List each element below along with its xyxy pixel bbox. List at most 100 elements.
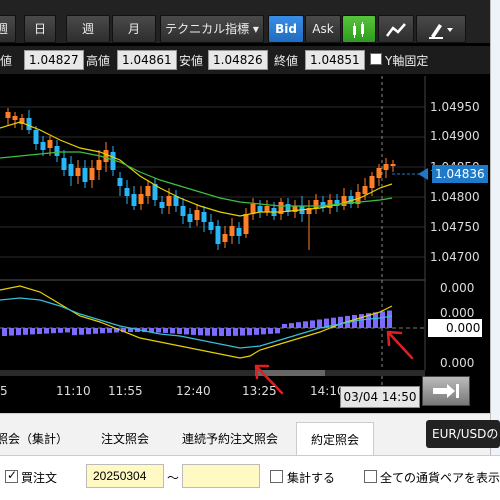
tab-summary[interactable]: 照会（集計）: [0, 422, 70, 456]
time-tick-4: 12:40: [176, 384, 211, 398]
ma-slow-line: [0, 151, 393, 207]
macd-bar: [58, 328, 63, 333]
all-pairs-checkbox[interactable]: [364, 470, 377, 483]
candle-body: [26, 118, 32, 130]
time-scroll-strip: [0, 370, 425, 376]
macd-bar: [65, 328, 70, 333]
date-range-tilde: 〜: [167, 471, 180, 485]
candle-body: [159, 202, 165, 208]
candle-body: [362, 186, 368, 194]
indicator-tick-1: 0.000: [440, 281, 475, 295]
macd-bar: [100, 328, 105, 334]
macd-bar: [233, 328, 238, 336]
chart-window: 週 日 週 月 テクニカル指標 ▾ Bid Ask 値 1.04827 高値 1…: [0, 0, 490, 413]
macd-bar: [282, 324, 287, 328]
macd-bar: [380, 311, 385, 328]
macd-bar: [359, 314, 364, 328]
tab-execution-inquiry[interactable]: 約定照会: [296, 422, 374, 456]
macd-bar: [170, 328, 175, 334]
macd-bar: [44, 328, 49, 334]
candle-body: [194, 210, 200, 220]
macd-bar: [184, 328, 189, 335]
candle-body: [341, 196, 347, 206]
time-tick-2: 11:10: [56, 384, 91, 398]
price-tick-6: 1.04700: [430, 250, 480, 264]
price-tick-5: 1.04750: [430, 220, 480, 234]
date-to-input[interactable]: [182, 464, 260, 488]
candle-body: [208, 222, 214, 230]
aggregate-checkbox[interactable]: [270, 470, 283, 483]
jump-end-icon: [433, 384, 459, 398]
macd-bar: [79, 328, 84, 335]
candle-body: [12, 116, 18, 120]
candle-body: [138, 194, 144, 204]
aggregate-label: 集計する: [287, 471, 336, 485]
candle-body: [124, 188, 130, 196]
macd-bar: [107, 328, 112, 333]
macd-bar: [30, 328, 35, 335]
candle-body: [215, 226, 221, 244]
pair-button[interactable]: EUR/USDの: [426, 420, 500, 448]
price-tick-1: 1.04950: [430, 100, 480, 114]
indicator-current-badge: 0.000: [428, 319, 482, 337]
buy-order-checkbox[interactable]: [5, 468, 18, 483]
macd-bar: [296, 322, 301, 328]
candle-body: [229, 226, 235, 236]
macd-bar: [51, 328, 56, 334]
tab-order-inquiry[interactable]: 注文照会: [88, 422, 162, 456]
macd-bar: [156, 328, 161, 333]
macd-bar: [177, 328, 182, 334]
macd-bar: [310, 320, 315, 328]
time-tick-5: 13:25: [242, 384, 277, 398]
indicator-tick-3: 0.000: [440, 356, 475, 370]
time-tick-1: 5: [0, 384, 8, 398]
candle-body: [75, 168, 81, 176]
price-tick-4: 1.04800: [430, 190, 480, 204]
annotation-arrow-2: [386, 330, 414, 360]
current-price-badge: 1.04836: [432, 165, 488, 183]
macd-bar: [373, 312, 378, 328]
candle-body: [369, 176, 375, 188]
filter-bar: 買注文 〜 集計する 全ての通貨ペアを表示: [0, 455, 500, 500]
candle-body: [201, 212, 207, 222]
candle-body: [187, 214, 193, 222]
jump-to-latest-button[interactable]: [422, 376, 470, 406]
macd-bar: [198, 328, 203, 336]
date-from-input[interactable]: [86, 464, 164, 488]
candle-body: [264, 206, 270, 212]
macd-bar: [338, 316, 343, 328]
candle-body: [103, 150, 109, 162]
candle-body: [166, 196, 172, 206]
candle-body: [145, 186, 151, 196]
macd-bar: [205, 328, 210, 336]
candle-body: [222, 234, 228, 242]
macd-bar: [275, 328, 280, 334]
macd-bar: [254, 328, 259, 335]
candle-body: [61, 158, 67, 170]
candle-body: [383, 164, 389, 170]
price-chart[interactable]: [0, 0, 490, 413]
candle-body: [54, 146, 60, 156]
candle-body: [40, 142, 46, 150]
macd-bar: [212, 328, 217, 336]
candle-body: [131, 194, 137, 206]
macd-bar: [240, 328, 245, 336]
all-pairs-label: 全ての通貨ペアを表示: [380, 471, 500, 485]
candle-body: [257, 206, 263, 212]
order-tabs: 照会（集計） 注文照会 連続予約注文照会 約定照会: [0, 413, 490, 456]
tab-continuous-order[interactable]: 連続予約注文照会: [172, 422, 288, 456]
macd-bar: [163, 328, 168, 333]
candle-body: [313, 200, 319, 208]
candle-body: [82, 168, 88, 182]
macd-bar: [261, 328, 266, 335]
macd-bar: [247, 328, 252, 336]
trading-app: 週 日 週 月 テクニカル指標 ▾ Bid Ask 値 1.04827 高値 1…: [0, 0, 500, 500]
ma-fast-line: [0, 121, 393, 217]
candle-body: [376, 168, 382, 178]
macd-bar: [2, 328, 7, 336]
macd-bar: [16, 328, 21, 336]
macd-bar: [303, 321, 308, 328]
buy-order-label: 買注文: [21, 471, 58, 485]
candle-body: [180, 206, 186, 216]
candle-body: [68, 164, 74, 176]
